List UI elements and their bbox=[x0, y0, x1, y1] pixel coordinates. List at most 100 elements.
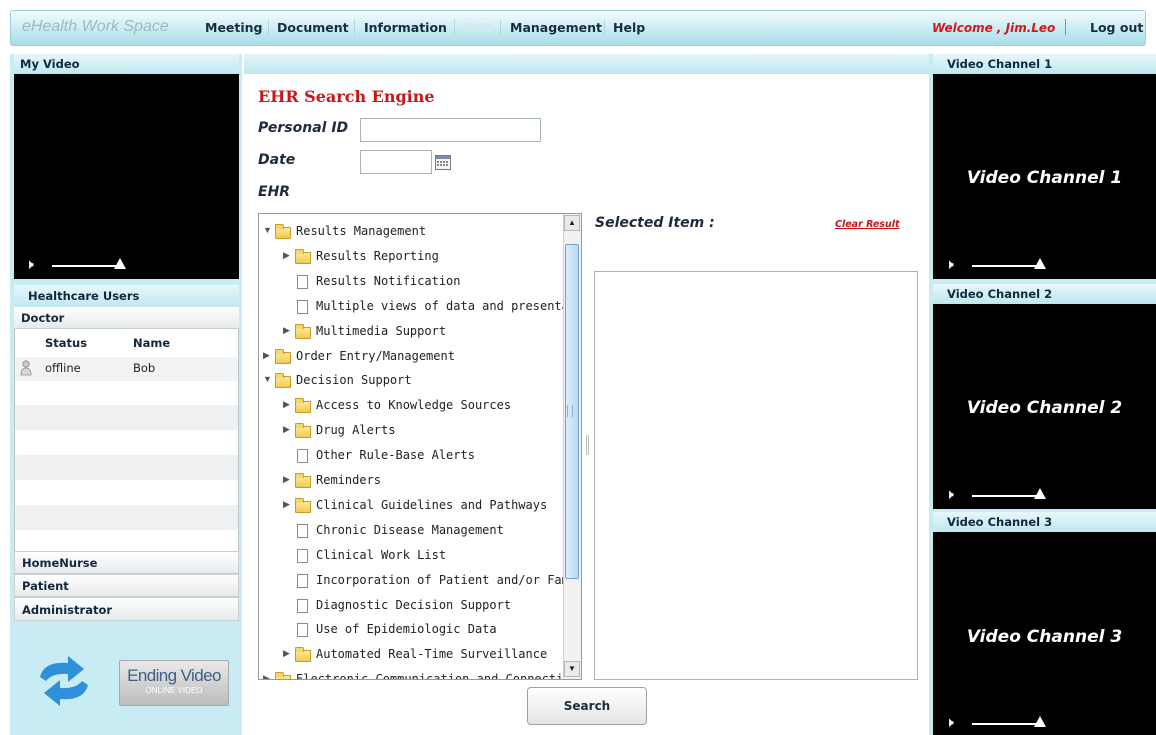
menu-meeting[interactable]: Meeting bbox=[205, 20, 263, 35]
my-video-header: My Video bbox=[14, 54, 239, 74]
tree-node-label[interactable]: Decision Support bbox=[296, 373, 412, 387]
sync-arrows-icon[interactable] bbox=[34, 655, 94, 707]
expand-right-icon[interactable]: ▶ bbox=[263, 673, 270, 679]
menu-separator bbox=[1065, 19, 1066, 35]
document-icon bbox=[297, 548, 308, 563]
expand-down-icon[interactable]: ▼ bbox=[263, 374, 272, 384]
speaker-icon[interactable]: 🕨︎ bbox=[945, 256, 954, 273]
document-icon bbox=[297, 523, 308, 538]
folder-icon bbox=[295, 248, 311, 264]
expand-right-icon[interactable]: ▶ bbox=[283, 648, 290, 659]
expand-right-icon[interactable]: ▶ bbox=[283, 250, 290, 261]
group-patient[interactable]: Patient bbox=[14, 574, 239, 597]
tree-node-label[interactable]: Diagnostic Decision Support bbox=[316, 598, 511, 612]
clear-result-link[interactable]: Clear Result bbox=[835, 219, 900, 230]
ending-video-sublabel: ONLINE VIDEO bbox=[145, 686, 203, 695]
menu-separator bbox=[454, 19, 455, 35]
my-video-player[interactable] bbox=[14, 74, 239, 279]
tree-node-label[interactable]: Automated Real-Time Surveillance bbox=[316, 647, 547, 661]
video-channel-2-label: Video Channel 2 bbox=[966, 398, 1123, 418]
search-button[interactable]: Search bbox=[527, 687, 647, 725]
speaker-icon[interactable]: 🕨︎ bbox=[945, 486, 954, 503]
folder-icon bbox=[275, 224, 291, 239]
volume-slider[interactable] bbox=[972, 265, 1036, 267]
folder-icon bbox=[295, 398, 311, 414]
document-icon bbox=[297, 598, 308, 613]
expand-right-icon[interactable]: ▶ bbox=[283, 474, 290, 485]
menu-separator bbox=[354, 19, 355, 35]
tree-node-label[interactable]: Results Reporting bbox=[316, 249, 439, 263]
tree-node-label[interactable]: Multiple views of data and presentation bbox=[316, 299, 581, 313]
video-channel-1-label: Video Channel 1 bbox=[966, 168, 1123, 188]
menu-separator bbox=[268, 19, 269, 35]
user-name: Bob bbox=[133, 361, 156, 375]
document-icon bbox=[297, 299, 308, 314]
volume-handle[interactable] bbox=[1034, 716, 1046, 727]
expand-right-icon[interactable]: ▶ bbox=[283, 325, 290, 336]
video-channel-1-header: Video Channel 1 bbox=[933, 54, 1156, 74]
volume-slider[interactable] bbox=[972, 495, 1036, 497]
expand-down-icon[interactable]: ▼ bbox=[263, 225, 272, 235]
volume-slider[interactable] bbox=[52, 265, 116, 267]
menu-management[interactable]: Management bbox=[510, 20, 602, 35]
tree-node-label[interactable]: Clinical Guidelines and Pathways bbox=[316, 498, 547, 512]
tree-node-label[interactable]: Results Notification bbox=[316, 274, 461, 288]
ehr-tree[interactable]: ▼ Results Management ▶ Results Reporting Res… bbox=[258, 213, 582, 680]
group-administrator[interactable]: Administrator bbox=[14, 597, 239, 621]
page-title: EHR Search Engine bbox=[258, 87, 435, 106]
tree-node-label[interactable]: Drug Alerts bbox=[316, 423, 395, 437]
user-avatar-icon bbox=[20, 360, 32, 376]
tree-node-label[interactable]: Other Rule-Base Alerts bbox=[316, 448, 475, 462]
healthcare-users-header: Healthcare Users bbox=[14, 285, 239, 307]
tree-node-label[interactable]: Chronic Disease Management bbox=[316, 523, 504, 537]
expand-right-icon[interactable]: ▶ bbox=[283, 399, 290, 410]
volume-handle[interactable] bbox=[1034, 488, 1046, 499]
volume-handle[interactable] bbox=[1034, 258, 1046, 269]
document-icon bbox=[297, 623, 308, 638]
date-input[interactable] bbox=[360, 150, 432, 174]
volume-handle[interactable] bbox=[114, 258, 126, 269]
volume-slider[interactable] bbox=[972, 723, 1036, 725]
video-channel-3-label: Video Channel 3 bbox=[966, 627, 1123, 647]
ending-video-label: Ending Video bbox=[127, 666, 221, 685]
speaker-icon[interactable]: 🕨︎ bbox=[25, 256, 34, 273]
expand-right-icon[interactable]: ▶ bbox=[283, 499, 290, 510]
menu-ehr[interactable]: EHR bbox=[463, 20, 492, 35]
folder-icon bbox=[295, 647, 311, 663]
menu-document[interactable]: Document bbox=[277, 20, 349, 35]
tree-node-label[interactable]: Electronic Communication and Connectivit… bbox=[296, 672, 581, 679]
tree-node-label[interactable]: Access to Knowledge Sources bbox=[316, 398, 511, 412]
logout-link[interactable]: Log out bbox=[1090, 20, 1143, 35]
personal-id-input[interactable] bbox=[360, 118, 541, 142]
column-status: Status bbox=[45, 336, 88, 350]
menu-separator bbox=[604, 19, 605, 35]
expand-right-icon[interactable]: ▶ bbox=[283, 424, 290, 435]
column-name: Name bbox=[133, 336, 171, 350]
center-header-bar bbox=[244, 54, 929, 74]
scroll-down-arrow[interactable]: ▼ bbox=[564, 661, 580, 677]
group-doctor[interactable]: Doctor bbox=[14, 307, 239, 329]
personal-id-label: Personal ID bbox=[258, 120, 349, 136]
expand-right-icon[interactable]: ▶ bbox=[263, 350, 270, 361]
tree-node-label[interactable]: Results Management bbox=[296, 224, 426, 238]
menu-help[interactable]: Help bbox=[613, 20, 645, 35]
menu-separator bbox=[500, 19, 501, 35]
ehr-label: EHR bbox=[258, 184, 291, 200]
table-row-empty bbox=[15, 455, 238, 480]
scroll-up-arrow[interactable]: ▲ bbox=[564, 215, 580, 231]
welcome-text: Welcome , Jim.Leo bbox=[932, 21, 1056, 35]
tree-node-label[interactable]: Order Entry/Management bbox=[296, 349, 455, 363]
tree-node-label[interactable]: Multimedia Support bbox=[316, 324, 446, 338]
folder-icon bbox=[295, 423, 311, 439]
calendar-icon[interactable] bbox=[435, 155, 451, 170]
tree-node-label[interactable]: Use of Epidemiologic Data bbox=[316, 622, 497, 636]
tree-node-label[interactable]: Clinical Work List bbox=[316, 548, 446, 562]
speaker-icon[interactable]: 🕨︎ bbox=[945, 714, 954, 731]
tree-node-label[interactable]: Reminders bbox=[316, 473, 381, 487]
video-channel-3-header: Video Channel 3 bbox=[933, 512, 1156, 532]
tree-node-label[interactable]: Incorporation of Patient and/or Family bbox=[316, 573, 581, 587]
menu-information[interactable]: Information bbox=[364, 20, 447, 35]
splitter-handle[interactable] bbox=[586, 435, 589, 455]
group-homenurse[interactable]: HomeNurse bbox=[14, 551, 239, 574]
selected-items-box[interactable] bbox=[594, 271, 918, 680]
